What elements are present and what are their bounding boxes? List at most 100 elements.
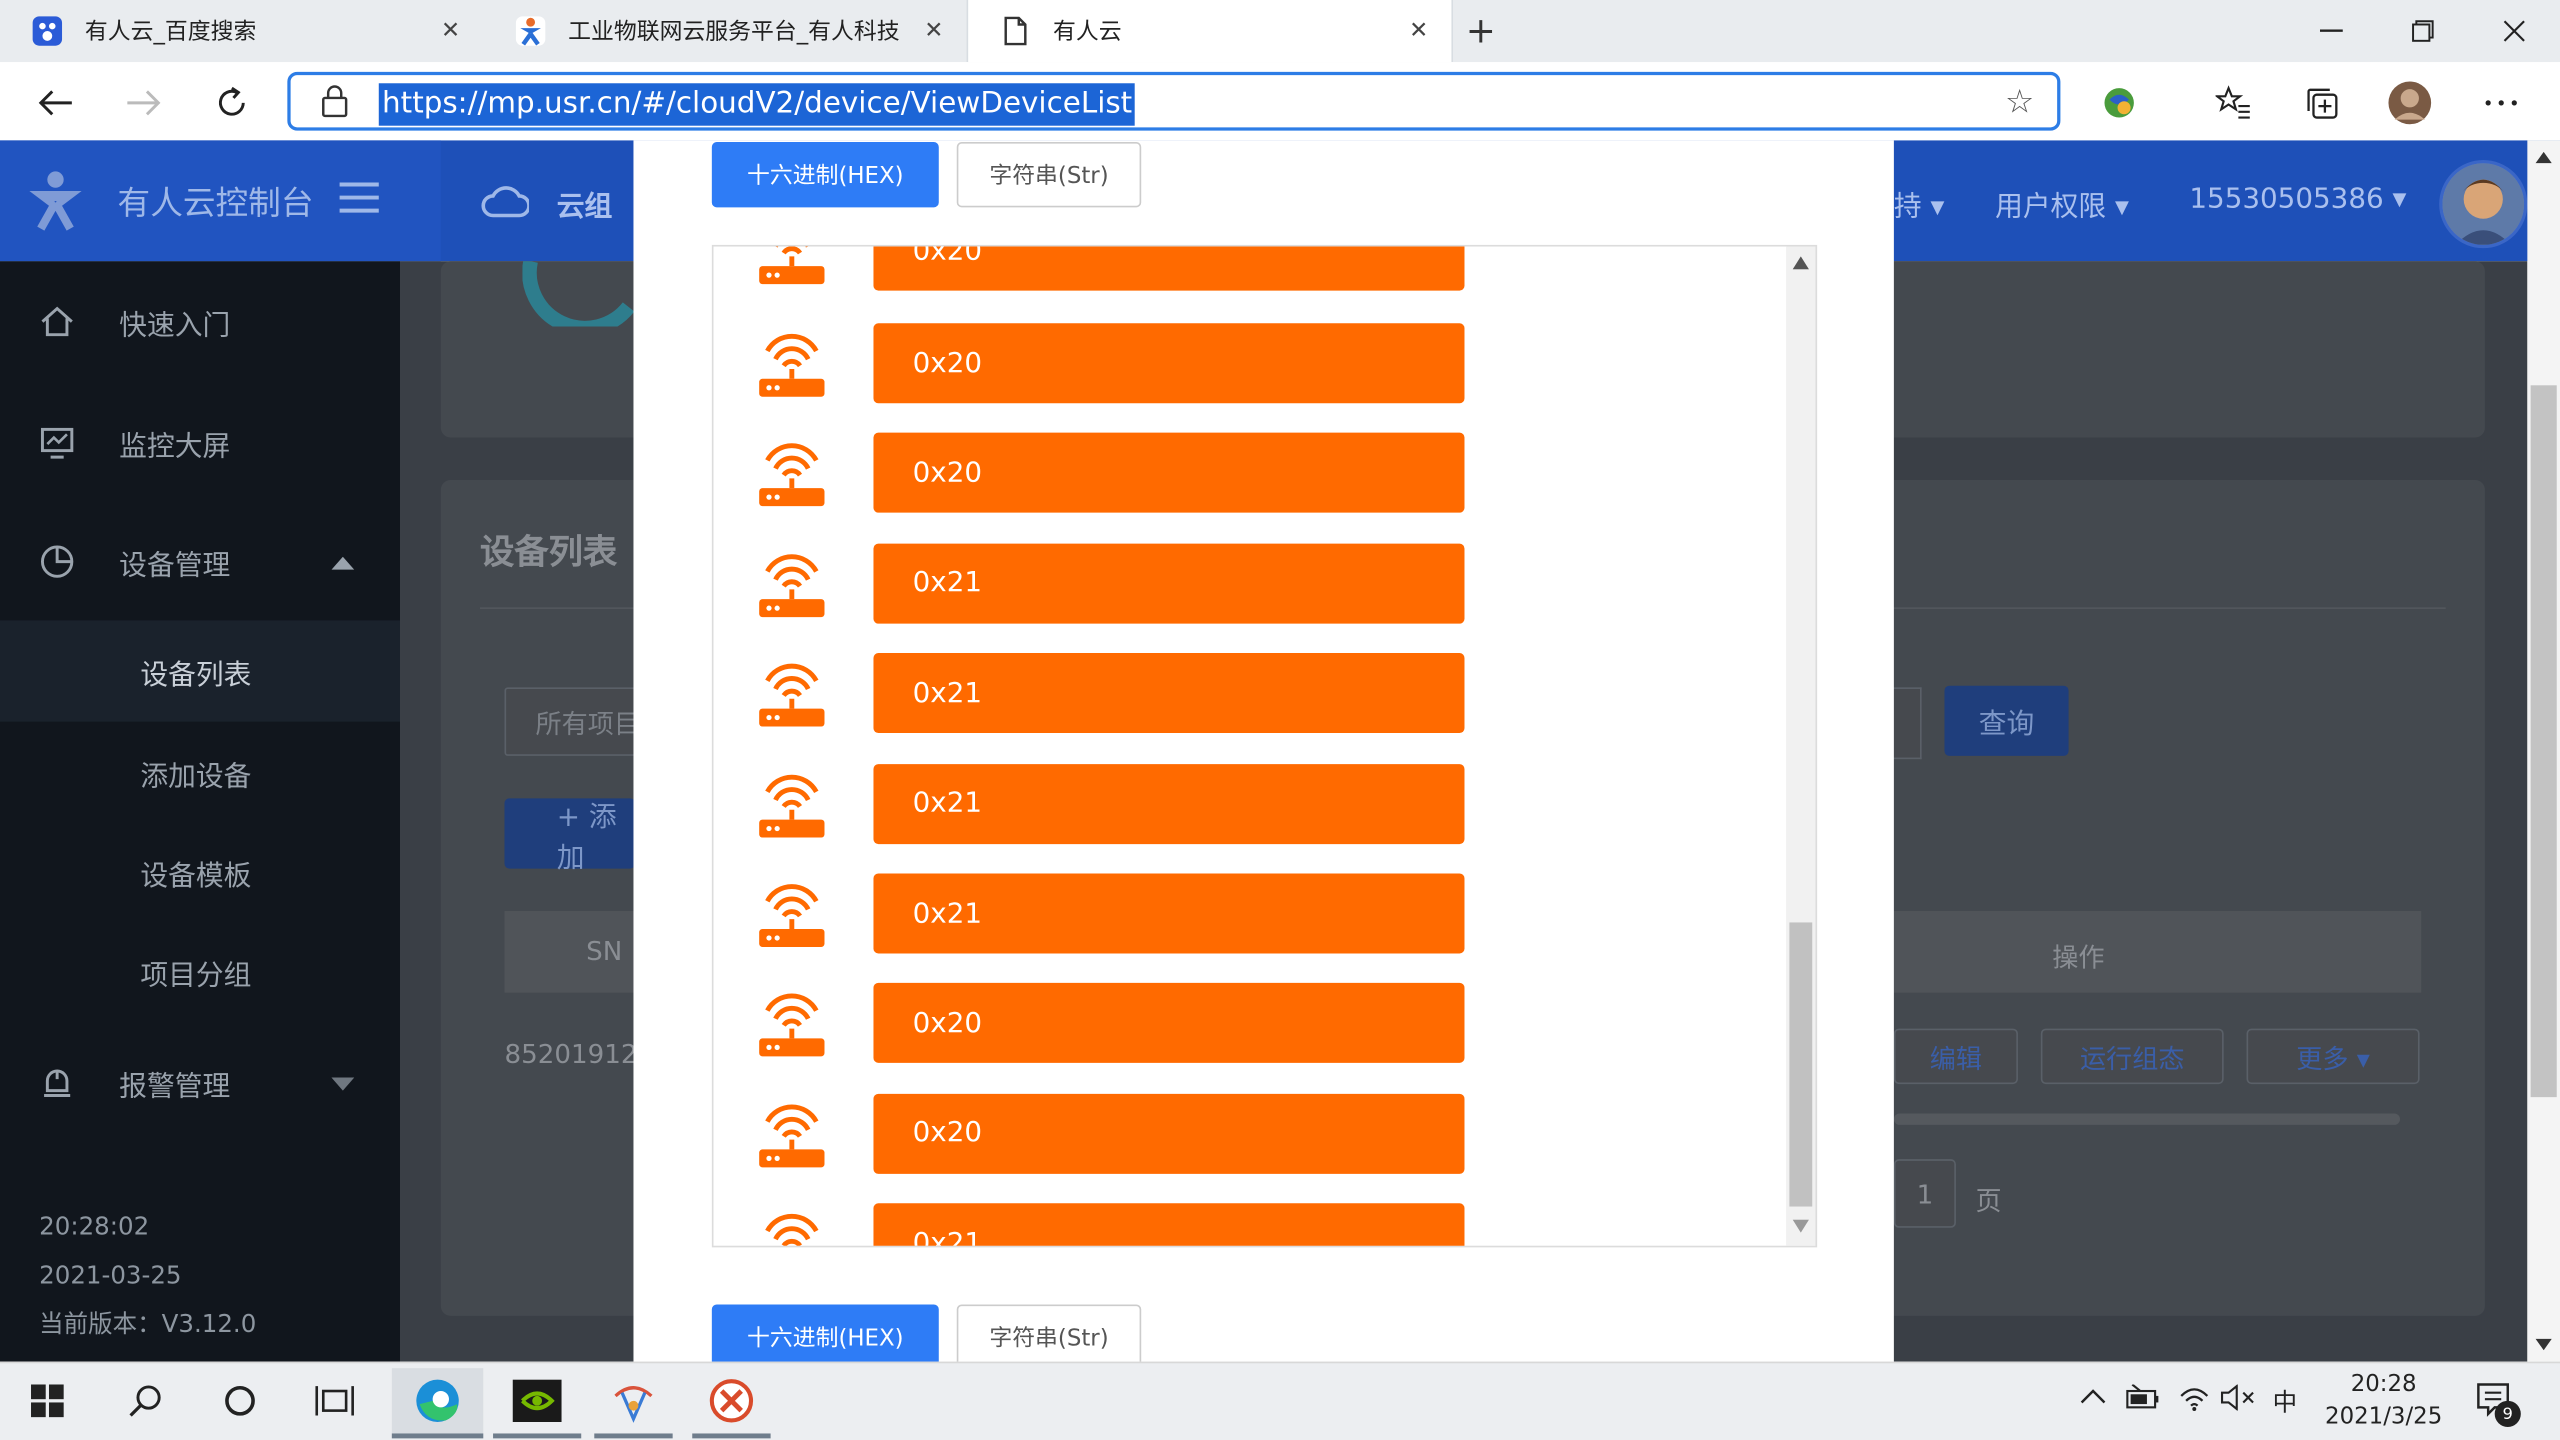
lock-icon[interactable] bbox=[320, 85, 349, 118]
app-3[interactable] bbox=[594, 1368, 673, 1439]
scroll-down-arrow-icon[interactable] bbox=[1792, 1219, 1809, 1233]
forward-button[interactable] bbox=[121, 80, 167, 126]
notification-count-badge: 9 bbox=[2494, 1400, 2521, 1427]
str-toggle-top[interactable]: 字符串(Str) bbox=[956, 142, 1142, 208]
tab-usr[interactable]: 工业物联网云服务平台_有人科技 ✕ bbox=[483, 0, 966, 62]
message-bubble[interactable]: 0x20 bbox=[873, 246, 1465, 291]
favorite-star-icon[interactable]: ☆ bbox=[2005, 82, 2034, 121]
nav-user-permissions[interactable]: 用户权限 ▾ bbox=[1995, 183, 2129, 224]
str-toggle-bottom[interactable]: 字符串(Str) bbox=[956, 1304, 1142, 1370]
more-button[interactable]: 更多 ▾ bbox=[2246, 1028, 2420, 1085]
query-button[interactable]: 查询 bbox=[1944, 685, 2069, 756]
message-bubble[interactable]: 0x21 bbox=[873, 873, 1465, 954]
nav-support[interactable]: 持 ▾ bbox=[1894, 183, 1945, 224]
volume-muted-icon[interactable] bbox=[2220, 1384, 2256, 1411]
battery-icon[interactable] bbox=[2126, 1384, 2162, 1410]
message-bubble[interactable]: 0x20 bbox=[873, 983, 1465, 1064]
sidebar-item-7[interactable]: 项目分组 bbox=[0, 921, 400, 1022]
restore-button[interactable] bbox=[2377, 0, 2468, 62]
close-tab-button[interactable]: ✕ bbox=[434, 15, 467, 48]
cortana-button[interactable] bbox=[202, 1368, 277, 1433]
close-tab-button[interactable]: ✕ bbox=[1402, 15, 1435, 48]
table-horizontal-scrollbar[interactable] bbox=[1893, 1113, 2400, 1125]
chevron-up-icon[interactable] bbox=[2080, 1388, 2106, 1404]
reload-button[interactable] bbox=[209, 80, 255, 126]
close-window-button[interactable] bbox=[2469, 0, 2560, 62]
sidebar-item-label: 设备模板 bbox=[140, 859, 252, 893]
wifi-icon[interactable] bbox=[2178, 1383, 2211, 1412]
app-4[interactable] bbox=[692, 1368, 771, 1439]
taskbar-clock[interactable]: 20:28 2021/3/25 bbox=[2315, 1368, 2452, 1433]
page-scroll-thumb[interactable] bbox=[2530, 385, 2557, 1098]
nav-cloud-configuration[interactable]: 云组 bbox=[557, 183, 613, 224]
message-bubble[interactable]: 0x21 bbox=[873, 543, 1465, 624]
hex-toggle-top[interactable]: 十六进制(HEX) bbox=[711, 142, 939, 208]
message-bubble[interactable]: 0x21 bbox=[873, 1203, 1465, 1246]
edit-button[interactable]: 编辑 bbox=[1893, 1028, 2018, 1085]
taskbar bbox=[0, 1361, 2560, 1440]
message-list-scrollbar[interactable] bbox=[1786, 246, 1816, 1246]
scroll-up-arrow-icon[interactable] bbox=[1792, 256, 1809, 270]
sidebar-item-3[interactable]: 设备管理 bbox=[0, 511, 400, 612]
edge-app[interactable] bbox=[391, 1368, 484, 1439]
message-bubble[interactable]: 0x20 bbox=[873, 433, 1465, 514]
router-icon bbox=[756, 246, 828, 286]
ime-indicator[interactable]: 中 bbox=[2273, 1384, 2298, 1418]
more-menu-icon[interactable] bbox=[2478, 80, 2524, 126]
clock-date: 2021/3/25 bbox=[2325, 1404, 2443, 1431]
extension-icon[interactable] bbox=[2096, 80, 2142, 126]
start-button[interactable] bbox=[10, 1368, 85, 1433]
message-bubble[interactable]: 0x20 bbox=[873, 323, 1465, 404]
action-center-button[interactable]: 9 bbox=[2475, 1381, 2521, 1427]
usr-logo-icon bbox=[29, 171, 82, 231]
message-bubble[interactable]: 0x21 bbox=[873, 763, 1465, 844]
menu-toggle-icon[interactable] bbox=[338, 180, 380, 216]
sidebar-item-2[interactable]: 监控大屏 bbox=[0, 392, 400, 493]
page-scroll-down-icon[interactable] bbox=[2535, 1338, 2552, 1351]
collections-icon[interactable] bbox=[2299, 80, 2345, 126]
sidebar-item-1[interactable]: 快速入门 bbox=[0, 271, 400, 372]
page-number-input[interactable]: 1 bbox=[1893, 1159, 1956, 1228]
page-scroll-up-icon[interactable] bbox=[2535, 151, 2552, 164]
search-input-edge[interactable] bbox=[1890, 687, 1922, 760]
app-4-icon bbox=[709, 1379, 754, 1423]
sidebar-item-8[interactable]: 报警管理 bbox=[0, 1032, 400, 1133]
message-bubble[interactable]: 0x21 bbox=[873, 653, 1465, 734]
sidebar-item-5[interactable]: 添加设备 bbox=[0, 722, 400, 823]
page-scrollbar[interactable] bbox=[2527, 140, 2560, 1362]
sidebar-footer: 20:28:02 2021-03-25 当前版本：V3.12.0 bbox=[39, 1202, 256, 1349]
tab-active-usr-cloud[interactable]: 有人云 ✕ bbox=[966, 0, 1454, 63]
profile-avatar[interactable] bbox=[2387, 80, 2433, 126]
nav-user-account[interactable]: 15530505386 ▾ bbox=[2189, 183, 2406, 216]
clock-time: 20:28 bbox=[2350, 1371, 2417, 1398]
nvidia-app[interactable] bbox=[493, 1368, 582, 1439]
minimize-button[interactable] bbox=[2286, 0, 2377, 62]
task-view-button[interactable] bbox=[297, 1368, 372, 1433]
runtime-config-button[interactable]: 运行组态 bbox=[2040, 1028, 2224, 1085]
message-row: 0x21 bbox=[713, 873, 1791, 955]
router-icon bbox=[756, 550, 828, 619]
address-bar[interactable]: https://mp.usr.cn/#/cloudV2/device/ViewD… bbox=[287, 71, 2061, 131]
tab-baidu[interactable]: 有人云_百度搜索 ✕ bbox=[0, 0, 483, 62]
message-row: 0x21 bbox=[713, 543, 1791, 625]
url-text[interactable]: https://mp.usr.cn/#/cloudV2/device/ViewD… bbox=[378, 83, 1136, 126]
baidu-icon bbox=[32, 16, 63, 46]
page-label: 页 bbox=[1975, 1185, 2002, 1217]
close-tab-button[interactable]: ✕ bbox=[918, 15, 951, 48]
search-button[interactable] bbox=[108, 1368, 183, 1433]
add-device-button[interactable]: + 添加 bbox=[504, 798, 636, 874]
sidebar-item-6[interactable]: 设备模板 bbox=[0, 821, 400, 922]
user-avatar[interactable] bbox=[2439, 160, 2528, 249]
message-list[interactable]: 0x20 0x20 0x20 0x21 0x21 0x21 0x21 0x20 0x20 0x21 bbox=[711, 244, 1818, 1248]
sidebar-item-4[interactable]: 设备列表 bbox=[0, 620, 400, 722]
message-bubble[interactable]: 0x20 bbox=[873, 1093, 1465, 1174]
pie-chart-icon bbox=[39, 544, 75, 580]
scrollbar-thumb[interactable] bbox=[1789, 922, 1813, 1207]
task-view-icon bbox=[315, 1386, 354, 1416]
new-tab-button[interactable]: + bbox=[1460, 10, 1502, 52]
app-3-icon bbox=[614, 1386, 653, 1423]
back-button[interactable] bbox=[33, 80, 79, 126]
hex-toggle-bottom[interactable]: 十六进制(HEX) bbox=[711, 1304, 939, 1370]
message-row: 0x21 bbox=[713, 653, 1791, 735]
favorites-icon[interactable] bbox=[2211, 80, 2257, 126]
